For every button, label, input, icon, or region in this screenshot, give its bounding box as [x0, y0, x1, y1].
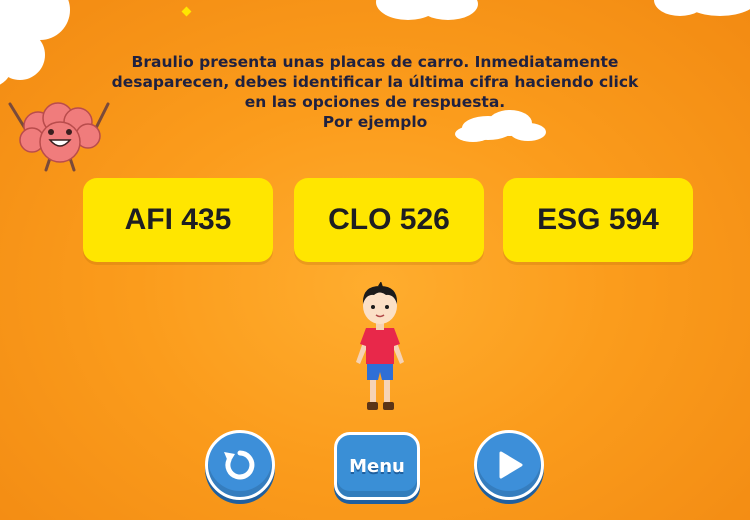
- cloud-top-left: [0, 0, 70, 85]
- license-plate-2: CLO 526: [294, 178, 484, 262]
- instructions-line-4: Por ejemplo: [322, 113, 428, 131]
- menu-button[interactable]: Menu: [334, 432, 420, 500]
- instructions-text: Braulio presenta unas placas de carro. I…: [100, 52, 650, 132]
- play-icon: [499, 451, 523, 479]
- license-plate-1: AFI 435: [83, 178, 273, 262]
- license-plate-3: ESG 594: [503, 178, 693, 262]
- cloud-top-right: [654, 0, 750, 16]
- instructions-line-2: desaparecen, debes identificar la última…: [111, 73, 639, 91]
- cloud-top-center: [376, 0, 478, 20]
- instructions-line-3: en las opciones de respuesta.: [244, 93, 506, 111]
- play-button[interactable]: [474, 430, 544, 500]
- replay-icon: [224, 450, 255, 480]
- instructions-line-1: Braulio presenta unas placas de carro. I…: [131, 53, 619, 71]
- sparkle: [181, 6, 192, 17]
- braulio-character: [356, 282, 404, 410]
- replay-button[interactable]: [205, 430, 275, 500]
